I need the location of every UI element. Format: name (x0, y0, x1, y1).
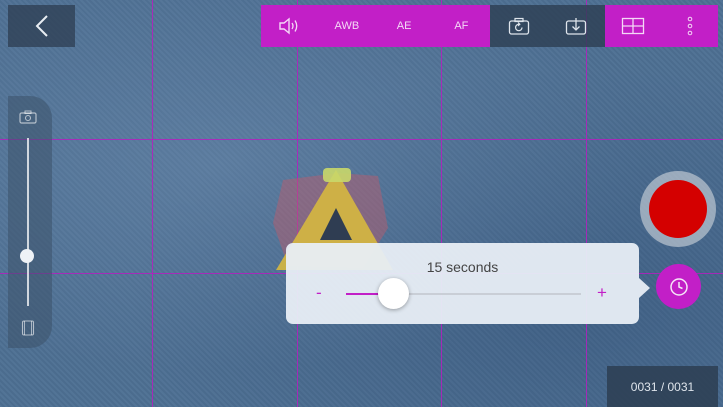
switch-camera-button[interactable] (490, 5, 548, 47)
grid-toggle-button[interactable] (605, 5, 662, 47)
camera-settings-toolbar: AWB AE AF (261, 5, 490, 47)
capture-tools-toolbar (490, 5, 605, 47)
timer-decrease-button[interactable]: - (316, 283, 322, 303)
view-options-toolbar (605, 5, 718, 47)
grid-line (441, 0, 442, 407)
timer-slider-thumb[interactable] (377, 278, 409, 309)
download-icon (566, 18, 587, 35)
timer-button[interactable] (656, 264, 701, 309)
more-options-button[interactable] (662, 5, 719, 47)
zoom-slider-thumb[interactable] (20, 248, 34, 263)
grid-line (152, 0, 153, 407)
timer-popup: 15 seconds - + (286, 243, 639, 324)
awb-button[interactable]: AWB (318, 5, 375, 47)
timer-popup-pointer (639, 278, 650, 298)
zoom-panel (8, 96, 52, 348)
film-icon (21, 320, 35, 336)
speaker-icon (278, 17, 298, 35)
record-button[interactable] (640, 171, 716, 247)
camera-icon (19, 110, 37, 124)
chevron-left-icon (35, 15, 48, 37)
import-button[interactable] (548, 5, 606, 47)
zoom-track[interactable] (27, 138, 29, 306)
timer-increase-button[interactable]: + (597, 283, 607, 303)
clock-icon (669, 277, 688, 296)
grid-icon (622, 17, 645, 35)
grid-line (0, 139, 723, 140)
sound-button[interactable] (261, 5, 318, 47)
timer-value-label: 15 seconds (426, 259, 499, 275)
ae-button[interactable]: AE (376, 5, 433, 47)
grid-line (586, 0, 587, 407)
timer-slider-track[interactable] (346, 278, 581, 309)
back-button[interactable] (8, 5, 75, 47)
record-button-core (649, 180, 707, 238)
frame-counter: 0031 / 0031 (607, 366, 718, 407)
more-vertical-icon (687, 16, 693, 36)
af-button[interactable]: AF (433, 5, 490, 47)
camera-viewport: AWB AE AF 15 seconds - + 0031 / 0031 (0, 0, 723, 407)
camera-switch-icon (508, 17, 529, 35)
